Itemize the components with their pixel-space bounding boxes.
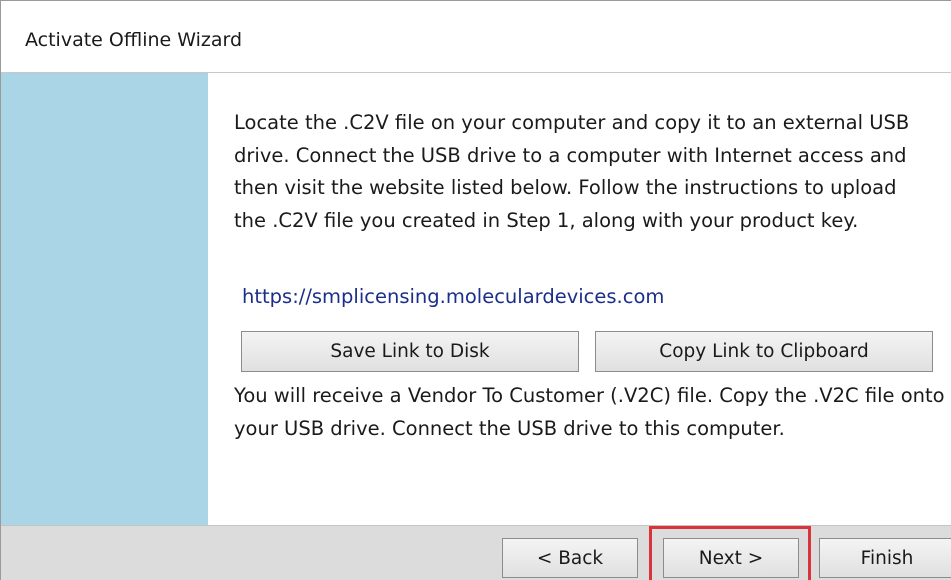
button-bar: < Back Next > Finish [1,525,951,580]
back-button[interactable]: < Back [502,538,638,578]
followup-text: You will receive a Vendor To Customer (.… [234,384,945,440]
next-button[interactable]: Next > [663,538,799,578]
licensing-link[interactable]: https://smplicensing.moleculardevices.co… [242,285,664,308]
content-area: Locate the .C2V file on your computer an… [208,73,951,525]
save-link-button[interactable]: Save Link to Disk [241,331,579,372]
wizard-window: Activate Offline Wizard Locate the .C2V … [0,0,951,580]
copy-link-button[interactable]: Copy Link to Clipboard [595,331,933,372]
instructions-text: Locate the .C2V file on your computer an… [234,111,910,232]
finish-button[interactable]: Finish [819,538,951,578]
window-title: Activate Offline Wizard [25,29,243,51]
title-bar: Activate Offline Wizard [1,1,951,73]
side-panel [1,73,208,525]
